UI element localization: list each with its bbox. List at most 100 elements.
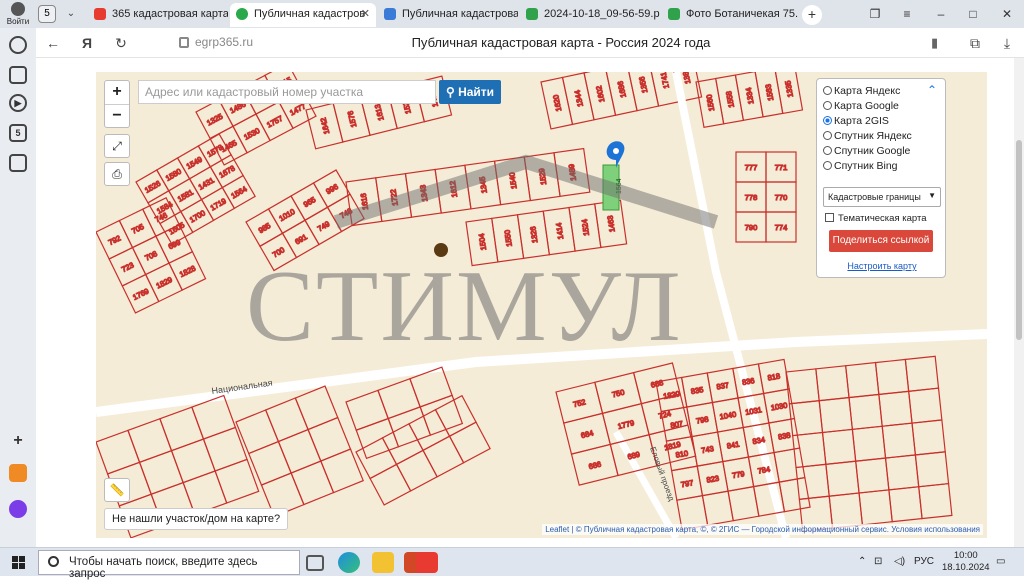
- windows-start-icon[interactable]: [12, 556, 25, 569]
- url-field[interactable]: egrp365.ru Публичная кадастровая карта -…: [171, 32, 951, 54]
- parcel[interactable]: [815, 365, 850, 402]
- parcel[interactable]: [904, 355, 940, 392]
- parcel[interactable]: [277, 428, 322, 474]
- profile-button[interactable]: Войти: [4, 2, 32, 28]
- five-badge-icon[interactable]: 5: [9, 124, 27, 142]
- close-window-icon[interactable]: ✕: [994, 4, 1020, 24]
- layer-option-2gis-map[interactable]: Карта 2GIS: [823, 115, 889, 127]
- tab-public-kadastr-active[interactable]: Публичная кадастров ✕: [230, 3, 376, 27]
- ruler-icon[interactable]: 📏: [104, 478, 130, 502]
- yandex-logo-icon[interactable]: Я: [76, 33, 98, 53]
- notifications-icon[interactable]: ▭: [996, 556, 1005, 567]
- parcel[interactable]: [369, 463, 412, 506]
- extensions-icon[interactable]: ⧉: [964, 33, 986, 53]
- edge-browser-icon[interactable]: [338, 552, 360, 573]
- new-tab-button[interactable]: +: [802, 5, 822, 25]
- parcel[interactable]: [828, 492, 864, 529]
- parcel[interactable]: [138, 449, 184, 496]
- parcel[interactable]: [911, 419, 946, 456]
- parcel[interactable]: [881, 422, 917, 459]
- tab-count-badge[interactable]: 5: [38, 5, 56, 23]
- parcel[interactable]: [320, 448, 365, 494]
- tabs-menu-chevron-icon[interactable]: ⌄: [62, 6, 80, 22]
- layer-option-google-map[interactable]: Карта Google: [823, 100, 899, 112]
- tab-public-kadastr-2[interactable]: Публичная кадастрова: [378, 3, 518, 27]
- history-clock-icon[interactable]: [9, 36, 27, 54]
- parcel[interactable]: [795, 463, 830, 500]
- parcel[interactable]: [908, 387, 943, 424]
- reload-icon[interactable]: ↻: [110, 33, 132, 53]
- parcel[interactable]: [914, 451, 950, 488]
- alice-assistant-icon[interactable]: [9, 500, 27, 518]
- minimize-icon[interactable]: –: [928, 4, 954, 24]
- file-explorer-icon[interactable]: [372, 552, 394, 573]
- parcel[interactable]: [884, 454, 920, 491]
- collections-icon[interactable]: [9, 66, 27, 84]
- parcel[interactable]: [127, 417, 173, 464]
- parcel[interactable]: [290, 460, 335, 506]
- app-orange-icon[interactable]: [9, 464, 27, 482]
- yandex-browser-icon[interactable]: [416, 552, 438, 573]
- zoom-out-button[interactable]: −: [105, 104, 129, 127]
- parcel[interactable]: [825, 460, 860, 497]
- parcel[interactable]: [214, 458, 260, 504]
- parcel[interactable]: [395, 449, 438, 492]
- parcel[interactable]: [377, 377, 421, 420]
- parcel[interactable]: [381, 423, 424, 466]
- parcel[interactable]: [264, 397, 309, 443]
- not-found-button[interactable]: Не нашли участок/дом на карте?: [104, 508, 289, 530]
- parcel[interactable]: [387, 406, 432, 448]
- parcel[interactable]: [848, 393, 883, 431]
- tab-photo-file[interactable]: Фото Ботаничекая 75.pr: [662, 3, 798, 27]
- tray-chevron-icon[interactable]: ⌃: [858, 556, 866, 567]
- task-view-icon[interactable]: [306, 555, 324, 571]
- parcel[interactable]: [294, 385, 339, 431]
- play-icon[interactable]: ▶: [9, 94, 27, 112]
- parcel[interactable]: [355, 417, 400, 460]
- thematic-map-checkbox[interactable]: Тематическая карта: [825, 213, 926, 224]
- parcel[interactable]: [159, 406, 205, 452]
- menu-icon[interactable]: ≡: [894, 4, 920, 24]
- parcel[interactable]: [345, 389, 389, 431]
- back-arrow-icon[interactable]: ←: [42, 33, 64, 53]
- parcel[interactable]: [918, 482, 953, 520]
- map-attribution[interactable]: Leaflet | © Публичная кадастровая карта,…: [542, 524, 983, 535]
- map-poi-icon[interactable]: [434, 243, 448, 257]
- taskbar-search-input[interactable]: Чтобы начать поиск, введите здесь запрос: [38, 550, 300, 580]
- collapse-chevron-icon[interactable]: ⌃: [927, 83, 937, 97]
- fullscreen-icon[interactable]: ⤢: [104, 134, 130, 158]
- parcel[interactable]: [845, 361, 880, 399]
- parcel[interactable]: [821, 428, 857, 465]
- parcel[interactable]: [355, 437, 398, 480]
- print-icon[interactable]: ⎙: [104, 162, 130, 186]
- share-link-button[interactable]: Поделиться ссылкой: [829, 230, 933, 252]
- maximize-icon[interactable]: □: [960, 4, 986, 24]
- parcel[interactable]: [170, 438, 216, 484]
- layer-option-yandex-satellite[interactable]: Спутник Яндекс: [823, 130, 912, 142]
- parcel[interactable]: [96, 429, 141, 475]
- layer-option-bing-satellite[interactable]: Спутник Bing: [823, 160, 898, 172]
- parcel[interactable]: [422, 435, 465, 478]
- location-pin-icon[interactable]: [606, 141, 625, 168]
- parcel[interactable]: [851, 425, 887, 462]
- parcel[interactable]: [247, 440, 292, 486]
- parcel[interactable]: [878, 390, 913, 427]
- parcel[interactable]: [855, 457, 890, 494]
- tab-close-icon[interactable]: ✕: [361, 3, 370, 25]
- parcel[interactable]: [307, 416, 352, 462]
- parcel[interactable]: [773, 447, 806, 483]
- search-input[interactable]: Адрес или кадастровый номер участка: [138, 80, 436, 104]
- layer-option-google-satellite[interactable]: Спутник Google: [823, 145, 910, 157]
- tab-365-kadastr[interactable]: 365 кадастровая карта: [88, 3, 228, 27]
- parcel[interactable]: [874, 358, 910, 396]
- volume-icon[interactable]: ◁): [894, 556, 905, 567]
- tab-screenshot-file[interactable]: 2024-10-18_09-56-59.pr: [520, 3, 660, 27]
- parcel[interactable]: [818, 396, 854, 434]
- parcel[interactable]: [778, 476, 811, 513]
- collections-icon[interactable]: ❐: [862, 4, 888, 24]
- parcel[interactable]: [858, 489, 893, 526]
- overlay-select[interactable]: Кадастровые границы ▼: [823, 187, 941, 207]
- camera-icon[interactable]: [9, 154, 27, 172]
- configure-map-link[interactable]: Настроить карту: [817, 261, 947, 271]
- download-icon[interactable]: ⤓: [996, 33, 1018, 53]
